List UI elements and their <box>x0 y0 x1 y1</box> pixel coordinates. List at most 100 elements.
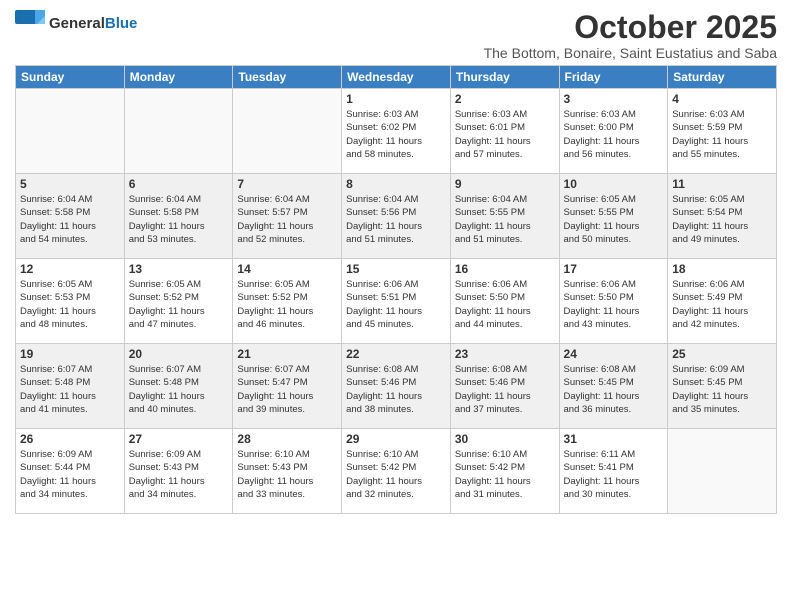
day-info: Sunrise: 6:06 AM Sunset: 5:50 PM Dayligh… <box>564 278 664 331</box>
day-info: Sunrise: 6:05 AM Sunset: 5:53 PM Dayligh… <box>20 278 120 331</box>
day-info: Sunrise: 6:07 AM Sunset: 5:48 PM Dayligh… <box>129 363 229 416</box>
header-thursday: Thursday <box>450 66 559 89</box>
day-info: Sunrise: 6:05 AM Sunset: 5:54 PM Dayligh… <box>672 193 772 246</box>
calendar-cell <box>668 429 777 514</box>
day-number: 7 <box>237 177 337 191</box>
title-block: October 2025 The Bottom, Bonaire, Saint … <box>484 10 777 61</box>
week-row-2: 5Sunrise: 6:04 AM Sunset: 5:58 PM Daylig… <box>16 174 777 259</box>
calendar-cell: 26 Sunrise: 6:09 AM Sunset: 5:44 PM Dayli… <box>16 429 125 514</box>
day-info: Sunrise: 6:06 AM Sunset: 5:51 PM Dayligh… <box>346 278 446 331</box>
day-number: 10 <box>564 177 664 191</box>
calendar-cell: 15 Sunrise: 6:06 AM Sunset: 5:51 PM Dayli… <box>342 259 451 344</box>
day-info: Sunrise: 6:05 AM Sunset: 5:52 PM Dayligh… <box>129 278 229 331</box>
logo-text: GeneralBlue <box>49 15 137 33</box>
logo-icon <box>15 10 45 38</box>
day-number: 4 <box>672 92 772 106</box>
calendar-cell: 11 Sunrise: 6:05 AM Sunset: 5:54 PM Dayli… <box>668 174 777 259</box>
day-number: 23 <box>455 347 555 361</box>
calendar-cell: 6 Sunrise: 6:04 AM Sunset: 5:58 PM Daylig… <box>124 174 233 259</box>
day-info: Sunrise: 6:07 AM Sunset: 5:48 PM Dayligh… <box>20 363 120 416</box>
day-number: 22 <box>346 347 446 361</box>
day-number: 28 <box>237 432 337 446</box>
calendar-cell <box>233 89 342 174</box>
week-row-3: 12 Sunrise: 6:05 AM Sunset: 5:53 PM Dayli… <box>16 259 777 344</box>
calendar: Sunday Monday Tuesday Wednesday Thursday… <box>15 65 777 514</box>
day-number: 3 <box>564 92 664 106</box>
weekday-header-row: Sunday Monday Tuesday Wednesday Thursday… <box>16 66 777 89</box>
calendar-cell: 16 Sunrise: 6:06 AM Sunset: 5:50 PM Dayli… <box>450 259 559 344</box>
calendar-cell <box>124 89 233 174</box>
day-number: 31 <box>564 432 664 446</box>
calendar-cell: 30Sunrise: 6:10 AM Sunset: 5:42 PM Dayli… <box>450 429 559 514</box>
month-title: October 2025 <box>484 10 777 45</box>
calendar-cell: 5Sunrise: 6:04 AM Sunset: 5:58 PM Daylig… <box>16 174 125 259</box>
day-number: 16 <box>455 262 555 276</box>
day-info: Sunrise: 6:10 AM Sunset: 5:42 PM Dayligh… <box>346 448 446 501</box>
day-info: Sunrise: 6:03 AM Sunset: 6:00 PM Dayligh… <box>564 108 664 161</box>
day-info: Sunrise: 6:04 AM Sunset: 5:57 PM Dayligh… <box>237 193 337 246</box>
calendar-cell: 17 Sunrise: 6:06 AM Sunset: 5:50 PM Dayli… <box>559 259 668 344</box>
calendar-cell: 23 Sunrise: 6:08 AM Sunset: 5:46 PM Dayli… <box>450 344 559 429</box>
header-wednesday: Wednesday <box>342 66 451 89</box>
calendar-cell: 20 Sunrise: 6:07 AM Sunset: 5:48 PM Dayli… <box>124 344 233 429</box>
calendar-cell: 19 Sunrise: 6:07 AM Sunset: 5:48 PM Dayli… <box>16 344 125 429</box>
day-number: 30 <box>455 432 555 446</box>
day-info: Sunrise: 6:05 AM Sunset: 5:55 PM Dayligh… <box>564 193 664 246</box>
day-info: Sunrise: 6:04 AM Sunset: 5:55 PM Dayligh… <box>455 193 555 246</box>
calendar-cell: 22 Sunrise: 6:08 AM Sunset: 5:46 PM Dayli… <box>342 344 451 429</box>
day-number: 18 <box>672 262 772 276</box>
day-number: 15 <box>346 262 446 276</box>
day-number: 12 <box>20 262 120 276</box>
day-info: Sunrise: 6:08 AM Sunset: 5:46 PM Dayligh… <box>455 363 555 416</box>
day-info: Sunrise: 6:11 AM Sunset: 5:41 PM Dayligh… <box>564 448 664 501</box>
day-number: 24 <box>564 347 664 361</box>
day-number: 25 <box>672 347 772 361</box>
day-info: Sunrise: 6:06 AM Sunset: 5:50 PM Dayligh… <box>455 278 555 331</box>
header-tuesday: Tuesday <box>233 66 342 89</box>
logo: GeneralBlue <box>15 10 137 38</box>
calendar-cell: 8Sunrise: 6:04 AM Sunset: 5:56 PM Daylig… <box>342 174 451 259</box>
day-info: Sunrise: 6:07 AM Sunset: 5:47 PM Dayligh… <box>237 363 337 416</box>
day-number: 9 <box>455 177 555 191</box>
week-row-1: 1 Sunrise: 6:03 AM Sunset: 6:02 PM Daylig… <box>16 89 777 174</box>
calendar-cell: 3 Sunrise: 6:03 AM Sunset: 6:00 PM Daylig… <box>559 89 668 174</box>
day-number: 6 <box>129 177 229 191</box>
day-info: Sunrise: 6:03 AM Sunset: 6:01 PM Dayligh… <box>455 108 555 161</box>
calendar-cell: 12 Sunrise: 6:05 AM Sunset: 5:53 PM Dayli… <box>16 259 125 344</box>
day-number: 29 <box>346 432 446 446</box>
day-info: Sunrise: 6:08 AM Sunset: 5:46 PM Dayligh… <box>346 363 446 416</box>
day-number: 21 <box>237 347 337 361</box>
calendar-cell: 31 Sunrise: 6:11 AM Sunset: 5:41 PM Dayli… <box>559 429 668 514</box>
calendar-cell: 24Sunrise: 6:08 AM Sunset: 5:45 PM Dayli… <box>559 344 668 429</box>
day-number: 11 <box>672 177 772 191</box>
calendar-cell: 14Sunrise: 6:05 AM Sunset: 5:52 PM Dayli… <box>233 259 342 344</box>
calendar-cell: 25 Sunrise: 6:09 AM Sunset: 5:45 PM Dayli… <box>668 344 777 429</box>
day-number: 19 <box>20 347 120 361</box>
day-number: 1 <box>346 92 446 106</box>
calendar-body: 1 Sunrise: 6:03 AM Sunset: 6:02 PM Daylig… <box>16 89 777 514</box>
day-number: 17 <box>564 262 664 276</box>
day-number: 26 <box>20 432 120 446</box>
calendar-cell: 13 Sunrise: 6:05 AM Sunset: 5:52 PM Dayli… <box>124 259 233 344</box>
calendar-cell: 2 Sunrise: 6:03 AM Sunset: 6:01 PM Daylig… <box>450 89 559 174</box>
day-number: 14 <box>237 262 337 276</box>
week-row-5: 26 Sunrise: 6:09 AM Sunset: 5:44 PM Dayli… <box>16 429 777 514</box>
location-title: The Bottom, Bonaire, Saint Eustatius and… <box>484 45 777 61</box>
day-number: 8 <box>346 177 446 191</box>
day-info: Sunrise: 6:03 AM Sunset: 6:02 PM Dayligh… <box>346 108 446 161</box>
day-info: Sunrise: 6:09 AM Sunset: 5:45 PM Dayligh… <box>672 363 772 416</box>
calendar-cell: 10 Sunrise: 6:05 AM Sunset: 5:55 PM Dayli… <box>559 174 668 259</box>
day-info: Sunrise: 6:09 AM Sunset: 5:44 PM Dayligh… <box>20 448 120 501</box>
page: GeneralBlue October 2025 The Bottom, Bon… <box>0 0 792 612</box>
header-saturday: Saturday <box>668 66 777 89</box>
day-number: 13 <box>129 262 229 276</box>
calendar-cell: 4Sunrise: 6:03 AM Sunset: 5:59 PM Daylig… <box>668 89 777 174</box>
day-info: Sunrise: 6:04 AM Sunset: 5:58 PM Dayligh… <box>20 193 120 246</box>
day-info: Sunrise: 6:04 AM Sunset: 5:58 PM Dayligh… <box>129 193 229 246</box>
day-number: 2 <box>455 92 555 106</box>
day-number: 20 <box>129 347 229 361</box>
header-friday: Friday <box>559 66 668 89</box>
calendar-cell: 21 Sunrise: 6:07 AM Sunset: 5:47 PM Dayli… <box>233 344 342 429</box>
day-info: Sunrise: 6:09 AM Sunset: 5:43 PM Dayligh… <box>129 448 229 501</box>
calendar-cell: 28Sunrise: 6:10 AM Sunset: 5:43 PM Dayli… <box>233 429 342 514</box>
